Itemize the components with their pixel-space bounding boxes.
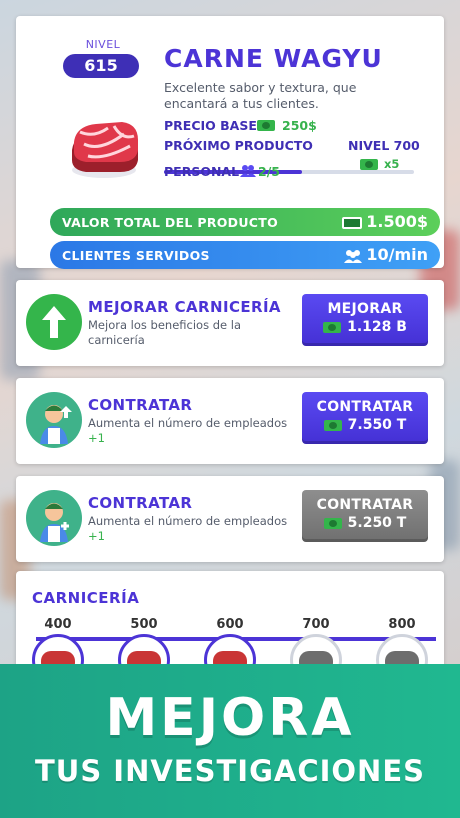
clients-served-bar: CLIENTES SERVIDOS 10/min	[50, 241, 440, 269]
hire-plus: +1	[88, 431, 105, 445]
milestone-level: 400	[44, 617, 72, 632]
next-level-label: NIVEL 700	[348, 138, 420, 153]
hire-description-text: Aumenta el número de empleados	[88, 416, 288, 430]
upgrade-title: MEJORAR CARNICERÍA	[88, 298, 281, 316]
hire-title: CONTRATAR	[88, 494, 193, 512]
milestone-level: 500	[130, 617, 158, 632]
level-label: NIVEL	[85, 38, 121, 51]
level-badge: 615	[63, 54, 139, 78]
base-price-label: PRECIO BASE	[164, 118, 257, 133]
cash-icon	[360, 159, 378, 170]
hire-button[interactable]: CONTRATAR 7.550 T	[302, 392, 428, 444]
milestone-level: 700	[302, 617, 330, 632]
worker-icon	[26, 392, 82, 448]
upgrade-button[interactable]: MEJORAR 1.128 B	[302, 294, 428, 346]
hire-cost-text: 7.550 T	[347, 417, 407, 433]
hire-plus: +1	[88, 529, 105, 543]
total-value-text: 1.500$	[366, 212, 428, 231]
hire-title: CONTRATAR	[88, 396, 193, 414]
cash-icon	[257, 120, 275, 131]
promo-headline: MEJORA	[105, 688, 355, 748]
upgrade-description: Mejora los beneficios de la carnicería	[88, 318, 241, 347]
multiplier-value: x5	[384, 157, 400, 171]
arrow-up-icon	[26, 294, 82, 350]
upgrade-cost-text: 1.128 B	[347, 319, 407, 335]
hire-description: Aumenta el número de empleados +1	[88, 514, 298, 544]
clients-served-label: CLIENTES SERVIDOS	[62, 248, 210, 263]
worker-icon	[26, 490, 82, 546]
personal-label: PERSONAL	[164, 164, 240, 179]
cash-icon	[323, 517, 342, 529]
hire-card-1: CONTRATAR Aumenta el número de empleados…	[16, 378, 444, 464]
upgrade-button-label: MEJORAR	[327, 301, 403, 317]
hire-cost-text: 5.250 T	[347, 515, 407, 531]
hire-description-text: Aumenta el número de empleados	[88, 514, 288, 528]
people-icon	[240, 165, 256, 177]
clients-served-text: 10/min	[366, 245, 428, 264]
upgrade-butcher-card: MEJORAR CARNICERÍA Mejora los beneficios…	[16, 280, 444, 366]
milestones-title: CARNICERÍA	[32, 589, 140, 607]
product-card: NIVEL 615 CARNE WAGYU Excelente sabor y …	[16, 16, 444, 269]
hire-button-label: CONTRATAR	[316, 399, 414, 415]
cash-icon	[323, 419, 342, 431]
product-title: CARNE WAGYU	[164, 44, 383, 73]
wagyu-meat-icon	[72, 122, 138, 178]
cash-icon	[342, 216, 363, 229]
total-value-bar: VALOR TOTAL DEL PRODUCTO 1.500$	[50, 208, 440, 236]
clients-served-amount: 10/min	[344, 245, 428, 264]
hire-button-disabled[interactable]: CONTRATAR 5.250 T	[302, 490, 428, 542]
hire-cost: 7.550 T	[302, 417, 428, 433]
milestone-level: 600	[216, 617, 244, 632]
next-product-label: PRÓXIMO PRODUCTO	[164, 138, 313, 153]
hire-card-2: CONTRATAR Aumenta el número de empleados…	[16, 476, 444, 562]
people-icon	[344, 249, 363, 263]
upgrade-cost: 1.128 B	[302, 319, 428, 335]
personal-value: 2/5	[258, 164, 280, 179]
total-value-amount: 1.500$	[342, 212, 428, 231]
hire-description: Aumenta el número de empleados +1	[88, 416, 298, 446]
promo-banner: MEJORA TUS INVESTIGACIONES	[0, 664, 460, 818]
product-description: Excelente sabor y textura, que encantará…	[164, 80, 357, 111]
promo-subheadline: TUS INVESTIGACIONES	[34, 754, 426, 788]
total-value-label: VALOR TOTAL DEL PRODUCTO	[62, 215, 279, 230]
hire-cost: 5.250 T	[302, 515, 428, 531]
hire-button-label: CONTRATAR	[316, 497, 414, 513]
milestone-level: 800	[388, 617, 416, 632]
cash-icon	[323, 321, 342, 333]
base-price-value: 250$	[282, 118, 317, 133]
